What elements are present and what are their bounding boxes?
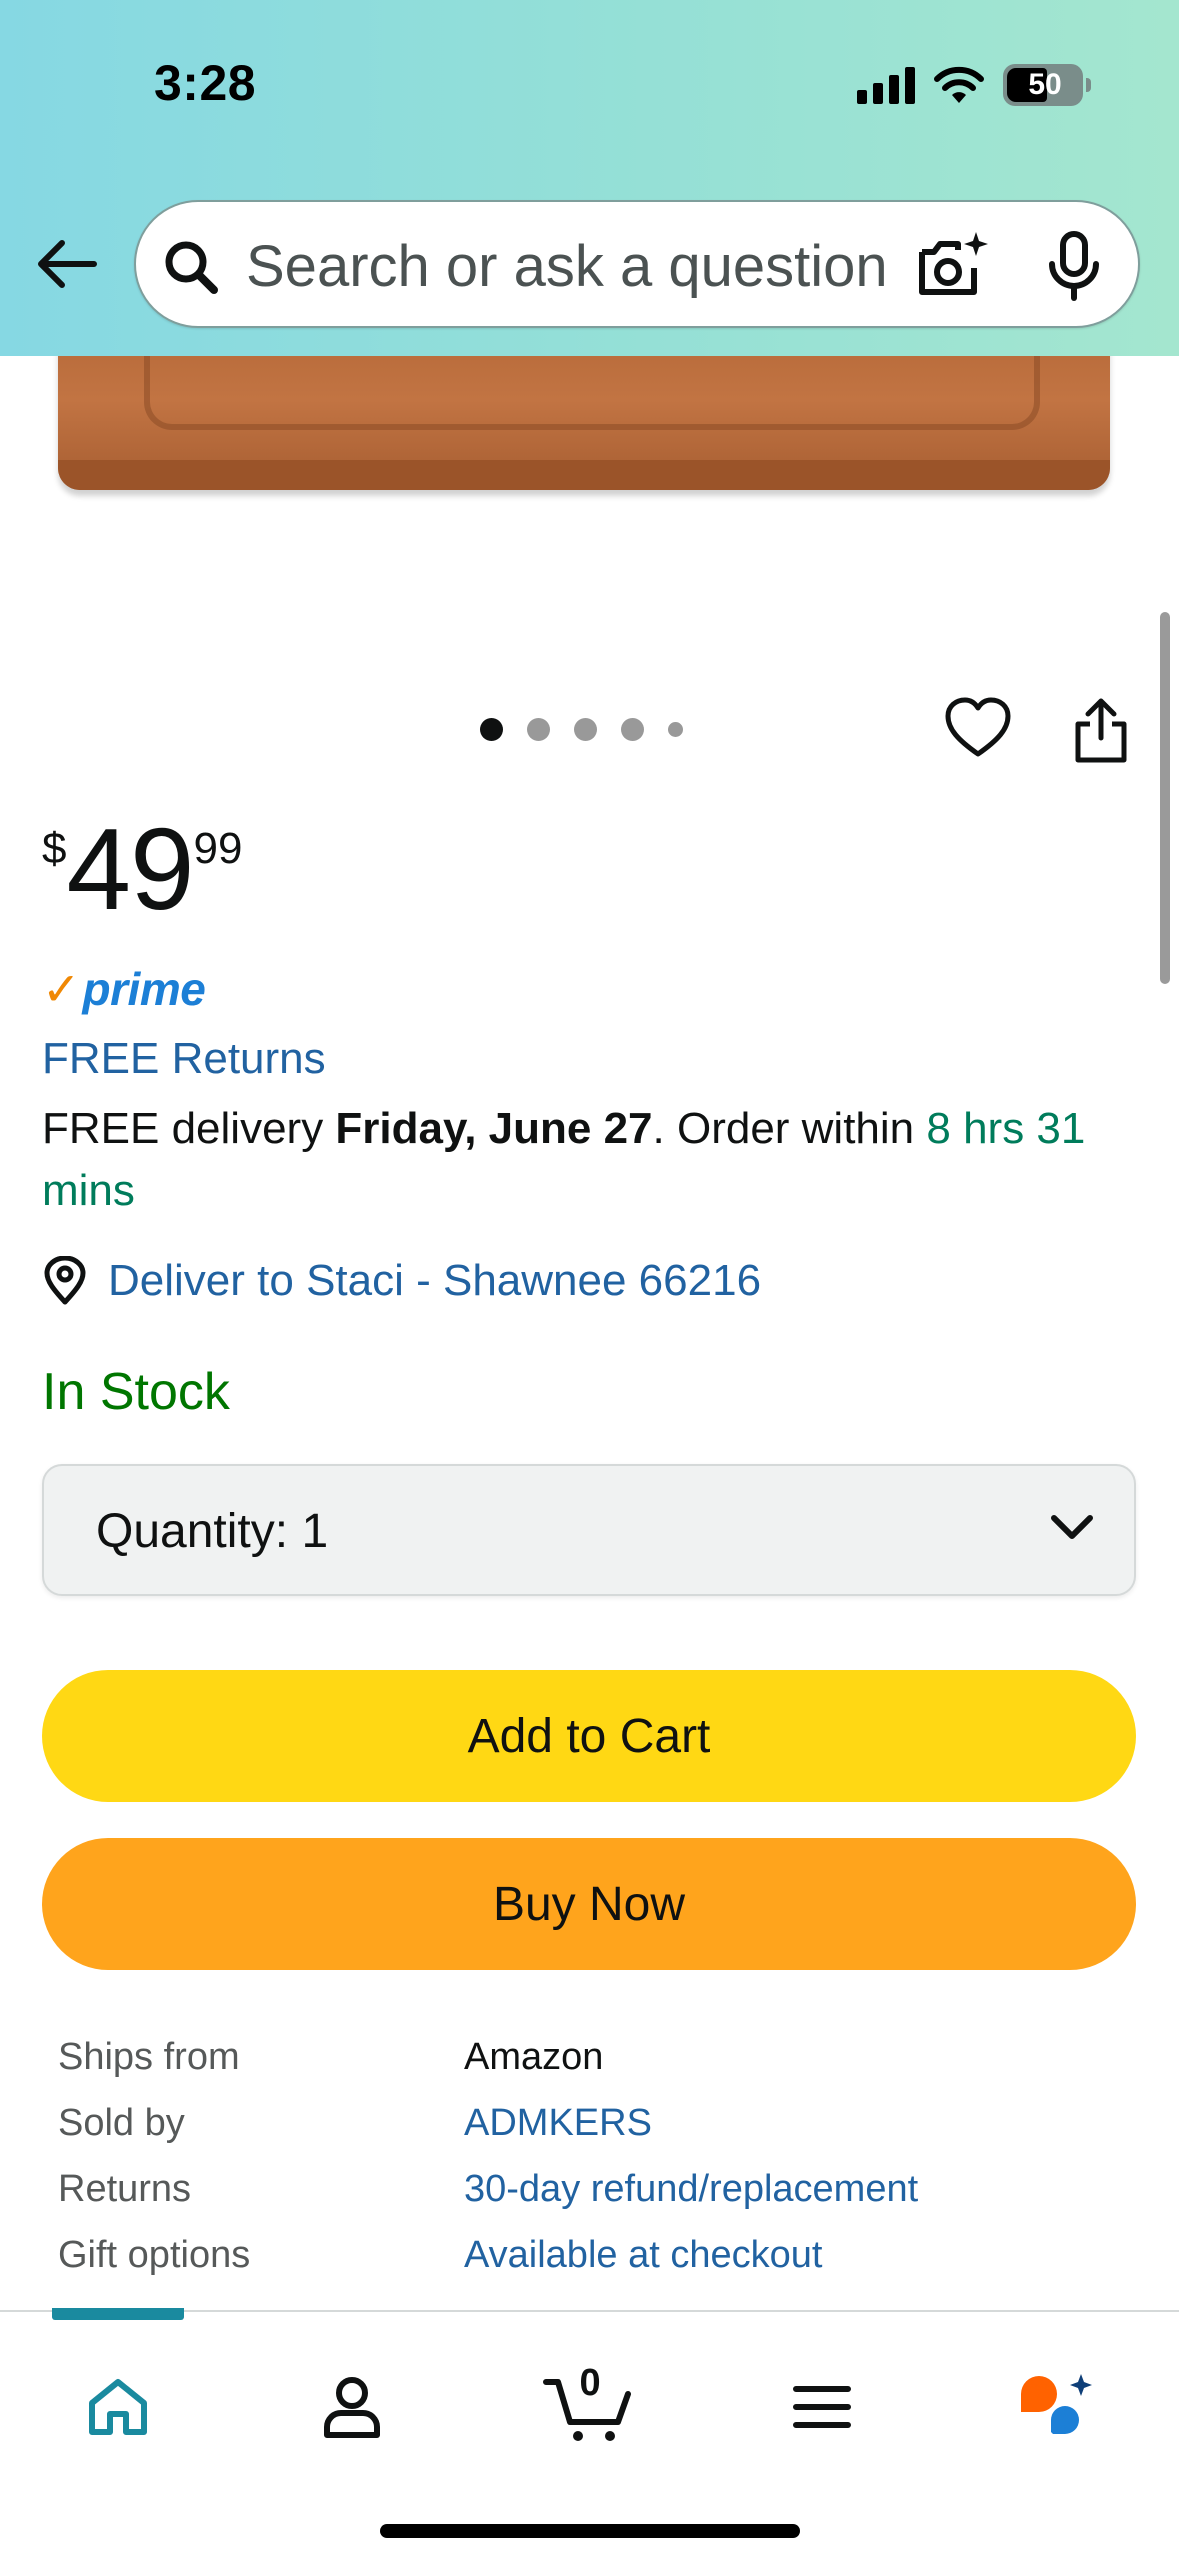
- detail-label: Sold by: [58, 2101, 185, 2144]
- account-icon: [324, 2377, 380, 2438]
- image-pagination[interactable]: [480, 718, 683, 741]
- nav-account[interactable]: [297, 2352, 407, 2462]
- status-time: 3:28: [154, 55, 257, 111]
- pagination-dot[interactable]: [621, 718, 644, 741]
- gift-options-link[interactable]: Available at checkout: [464, 2234, 822, 2277]
- pagination-dot[interactable]: [527, 718, 550, 741]
- location-pin-icon: [44, 1256, 86, 1305]
- pagination-dot-active[interactable]: [480, 718, 503, 741]
- detail-label: Ships from: [58, 2035, 240, 2078]
- search-input[interactable]: [246, 230, 966, 302]
- battery-level: 50: [1028, 68, 1062, 101]
- price: $ 49 99: [42, 810, 242, 928]
- pagination-dot[interactable]: [574, 718, 597, 741]
- detail-label: Gift options: [58, 2233, 251, 2276]
- wifi-icon: [934, 66, 984, 103]
- detail-row-gift-options: Gift options Available at checkout: [58, 2222, 1118, 2288]
- detail-label: Returns: [58, 2167, 192, 2210]
- status-icons: 50: [857, 62, 1091, 108]
- stock-status: In Stock: [42, 1363, 230, 1421]
- free-returns-link[interactable]: FREE Returns: [42, 1034, 326, 1084]
- detail-row-returns: Returns 30-day refund/replacement: [58, 2156, 1118, 2222]
- quantity-dropdown[interactable]: Quantity: 1: [42, 1464, 1136, 1596]
- cellular-signal-icon: [857, 66, 915, 104]
- price-symbol: $: [42, 824, 67, 873]
- delivery-mid: . Order within: [652, 1104, 927, 1153]
- seller-link[interactable]: ADMKERS: [464, 2102, 652, 2145]
- camera-search-icon[interactable]: [914, 230, 994, 302]
- search-bar[interactable]: [134, 200, 1140, 328]
- nav-rufus[interactable]: [1000, 2352, 1110, 2462]
- detail-value: Amazon: [464, 2035, 604, 2078]
- detail-row-ships-from: Ships from Amazon: [58, 2024, 1118, 2090]
- home-indicator[interactable]: [380, 2524, 800, 2538]
- rufus-icon: [1021, 2374, 1092, 2434]
- menu-icon: [793, 2386, 851, 2428]
- microphone-icon[interactable]: [1044, 230, 1104, 302]
- price-whole: 49: [66, 804, 194, 934]
- deliver-to-location[interactable]: Deliver to Staci - Shawnee 66216: [42, 1256, 761, 1306]
- bottom-nav: 0: [0, 2308, 1179, 2556]
- add-to-cart-button[interactable]: Add to Cart: [42, 1670, 1136, 1802]
- back-button[interactable]: [30, 232, 104, 296]
- share-icon[interactable]: [1072, 696, 1130, 764]
- app-header: 3:28 50: [0, 0, 1179, 356]
- back-arrow-icon: [38, 240, 97, 288]
- home-icon: [89, 2379, 147, 2435]
- quantity-value: 1: [301, 1505, 329, 1558]
- returns-link[interactable]: 30-day refund/replacement: [464, 2168, 918, 2211]
- quantity-label: Quantity: 1: [96, 1505, 329, 1558]
- nav-home[interactable]: [63, 2352, 173, 2462]
- nav-active-indicator: [52, 2308, 184, 2320]
- heart-icon[interactable]: [944, 696, 1012, 760]
- delivery-date: Friday, June 27: [335, 1104, 653, 1153]
- pagination-dot[interactable]: [668, 722, 683, 737]
- deliver-to-text[interactable]: Deliver to Staci - Shawnee 66216: [108, 1256, 761, 1306]
- product-image[interactable]: [58, 330, 1110, 490]
- board-edge: [58, 460, 1110, 490]
- prime-label: prime: [82, 963, 206, 1015]
- cart-count: 0: [579, 2362, 601, 2404]
- detail-row-sold-by: Sold by ADMKERS: [58, 2090, 1118, 2156]
- price-fraction: 99: [193, 824, 243, 873]
- delivery-message: FREE delivery Friday, June 27. Order wit…: [42, 1098, 1142, 1222]
- prime-badge: ✓ prime: [42, 962, 206, 1016]
- scrollbar[interactable]: [1160, 612, 1170, 984]
- battery-icon: 50: [1003, 64, 1091, 106]
- nav-cart[interactable]: 0: [533, 2352, 643, 2462]
- buy-now-button[interactable]: Buy Now: [42, 1838, 1136, 1970]
- prime-check-icon: ✓: [42, 963, 81, 1015]
- delivery-prefix: FREE delivery: [42, 1104, 336, 1153]
- search-icon: [165, 241, 218, 294]
- seller-details: Ships from Amazon Sold by ADMKERS Return…: [58, 2024, 1118, 2288]
- chevron-down-icon: [1051, 1515, 1093, 1539]
- nav-menu[interactable]: [767, 2352, 877, 2462]
